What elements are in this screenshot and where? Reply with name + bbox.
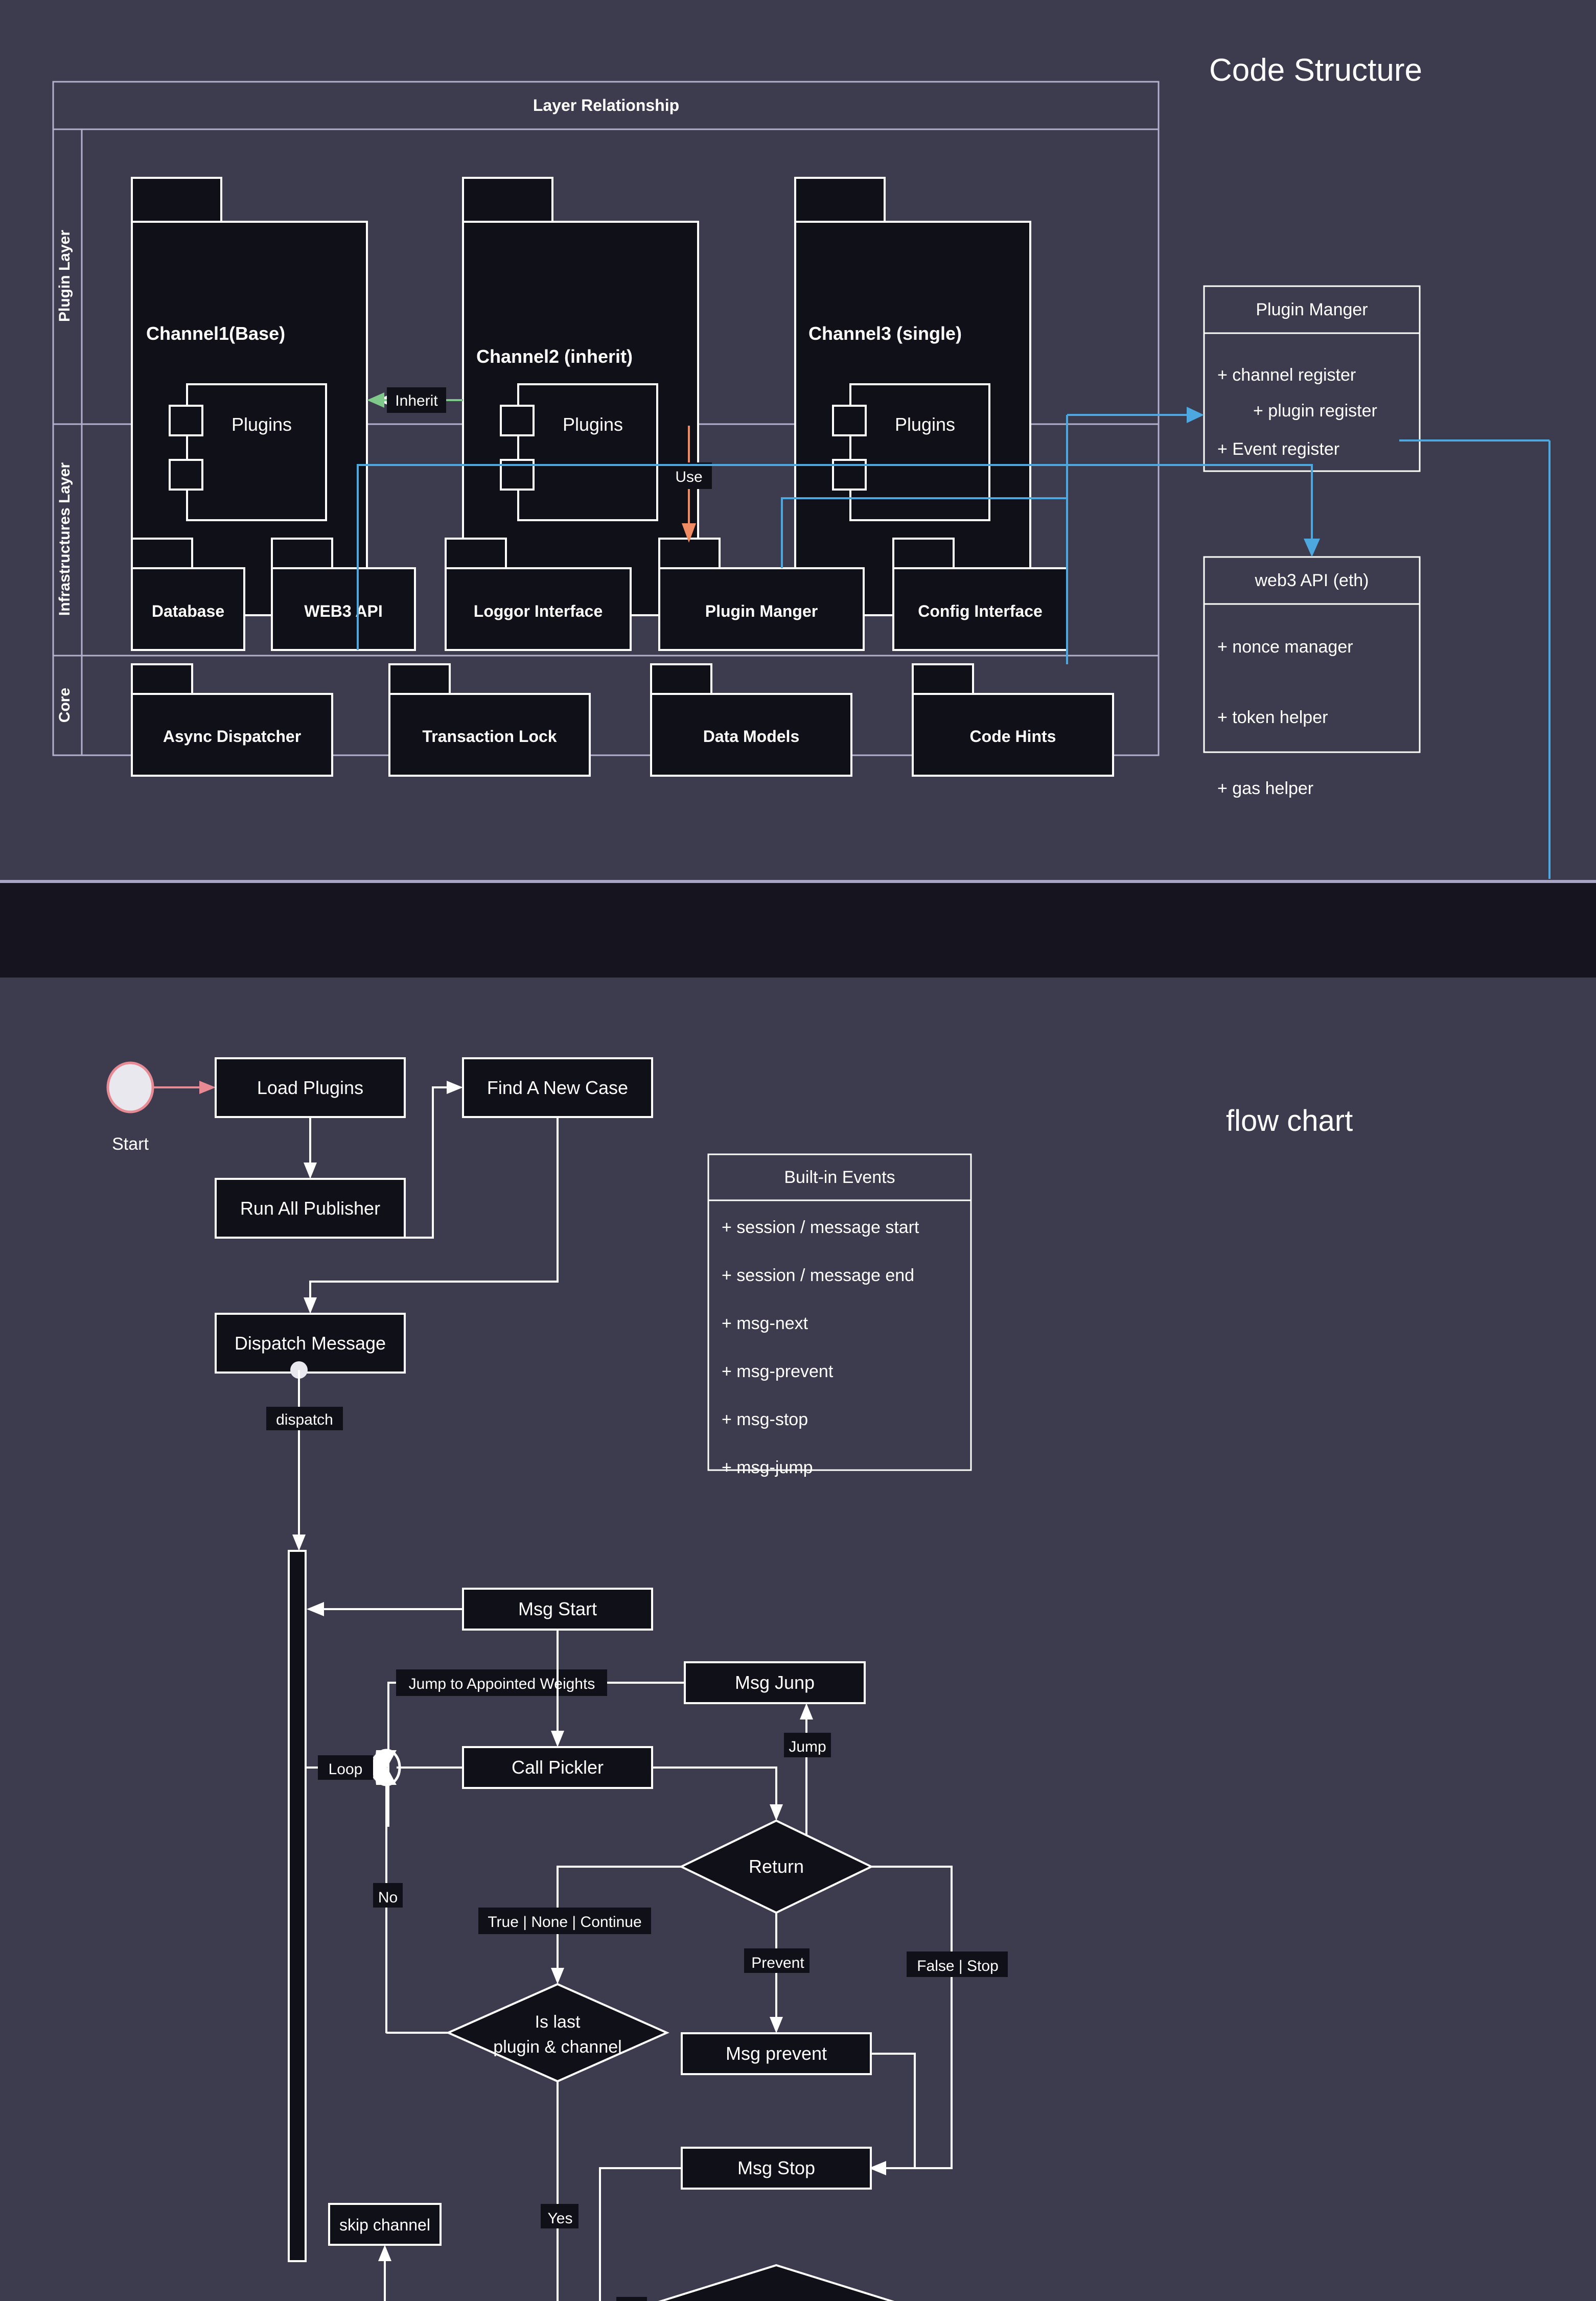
event-item-2: + msg-next — [722, 1314, 808, 1333]
node-find-a-new-case-label: Find A New Case — [487, 1077, 628, 1098]
lifeline-bar — [288, 1550, 307, 2262]
node-msg-junp[interactable]: Msg Junp — [684, 1661, 866, 1704]
edge-yes-plugin-label: Yes — [548, 2210, 573, 2227]
edge-jump-label: Jump — [789, 1738, 826, 1755]
start-label: Start — [112, 1134, 149, 1154]
event-item-1: + session / message end — [722, 1266, 914, 1285]
event-item-5: + msg-jump — [722, 1458, 813, 1477]
node-dispatch-message[interactable]: Dispatch Message — [215, 1313, 406, 1374]
node-load-plugins-label: Load Plugins — [257, 1077, 363, 1098]
section-divider-band — [0, 880, 1596, 981]
node-return-label: Return — [749, 1856, 804, 1877]
node-dispatch-message-label: Dispatch Message — [235, 1333, 386, 1354]
node-msg-junp-label: Msg Junp — [735, 1672, 815, 1693]
node-msg-start[interactable]: Msg Start — [462, 1588, 653, 1631]
event-item-4: + msg-stop — [722, 1410, 808, 1429]
node-run-all-publisher-label: Run All Publisher — [240, 1198, 380, 1219]
flow-chart-title: flow chart — [1226, 1104, 1353, 1137]
edge-dispatch-label: dispatch — [276, 1411, 333, 1428]
edge-true-none-continue-label: True | None | Continue — [488, 1914, 641, 1931]
edge-no-plugin-label: No — [378, 1889, 398, 1906]
node-msg-start-label: Msg Start — [518, 1598, 597, 1619]
code-structure-classes — [0, 0, 1596, 879]
node-is-last-plugin-channel-label-1: Is last — [535, 2012, 581, 2032]
flow-chart-section: flow chart Start Load Plugins Find A New… — [0, 978, 1596, 2301]
edge-loop-label: Loop — [329, 1761, 363, 1778]
node-msg-stop-label: Msg Stop — [737, 2157, 815, 2178]
edge-jump-to-weights-label: Jump to Appointed Weights — [409, 1676, 595, 1692]
node-call-pickler[interactable]: Call Pickler — [462, 1746, 653, 1789]
node-skip-channel-label: skip channel — [339, 2216, 430, 2234]
edge-false-stop-label: False | Stop — [917, 1958, 999, 1974]
event-item-0: + session / message start — [722, 1218, 919, 1237]
node-msg-stop[interactable]: Msg Stop — [681, 2147, 872, 2190]
event-item-3: + msg-prevent — [722, 1362, 834, 1381]
node-load-plugins[interactable]: Load Plugins — [215, 1057, 406, 1118]
node-call-pickler-label: Call Pickler — [512, 1757, 604, 1778]
node-msg-prevent[interactable]: Msg prevent — [681, 2032, 872, 2075]
node-skip-channel[interactable]: skip channel — [328, 2203, 442, 2246]
class-built-in-events-title: Built-in Events — [784, 1168, 895, 1187]
node-is-last-plugin-channel-label-2: plugin & channel — [493, 2037, 621, 2057]
edge-prevent-label: Prevent — [751, 1955, 804, 1971]
node-run-all-publisher[interactable]: Run All Publisher — [215, 1178, 406, 1239]
diagram-page: Code Structure Layer Relationship Plugin… — [0, 0, 1596, 2301]
node-msg-prevent-label: Msg prevent — [726, 2043, 827, 2064]
node-find-a-new-case[interactable]: Find A New Case — [462, 1057, 653, 1118]
